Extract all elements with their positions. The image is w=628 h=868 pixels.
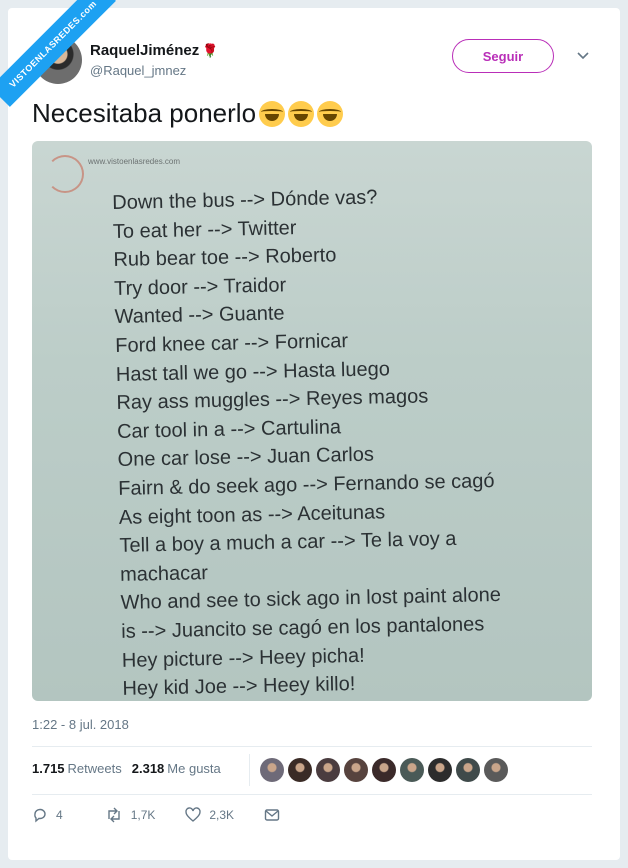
retweet-icon [107, 807, 120, 823]
author-name-row[interactable]: RaquelJiménez 🌹 [90, 42, 218, 59]
reply-icon [34, 808, 46, 823]
photo-header-text: www.vistoenlasredes.com [88, 157, 181, 166]
liker-avatar[interactable] [344, 758, 368, 782]
liker-avatar[interactable] [316, 758, 340, 782]
tweet-text: Necesitaba ponerlo [32, 98, 344, 129]
liker-avatar[interactable] [428, 758, 452, 782]
like-button[interactable]: 2,3K [185, 807, 234, 823]
tweet-stats: 1.715 Retweets 2.318 Me gusta [32, 761, 221, 776]
tweet-card: VISTOENLASREDES.com RaquelJiménez 🌹 @Raq… [0, 0, 620, 860]
chevron-down-icon[interactable] [576, 48, 590, 62]
direct-message-button[interactable] [264, 807, 288, 823]
action-bar: 4 1,7K 2,3K [32, 807, 318, 823]
tears-of-joy-emoji-icon [259, 100, 286, 127]
stats-divider [249, 754, 250, 786]
photo-logo-icon [46, 155, 84, 193]
divider [32, 746, 592, 747]
user-handle[interactable]: @Raquel_jmnez [90, 63, 186, 78]
reply-count: 4 [56, 808, 63, 822]
liker-avatar[interactable] [260, 758, 284, 782]
reply-button[interactable]: 4 [32, 807, 63, 823]
tears-of-joy-emoji-icon [288, 100, 315, 127]
follow-button[interactable]: Seguir [452, 39, 554, 73]
envelope-icon [264, 809, 280, 821]
tweet-timestamp[interactable]: 1:22 - 8 jul. 2018 [32, 717, 129, 732]
heart-icon [185, 807, 202, 822]
rose-icon: 🌹 [202, 42, 219, 58]
likes-stat[interactable]: 2.318 Me gusta [132, 761, 221, 776]
liker-avatar[interactable] [372, 758, 396, 782]
tweet-photo[interactable]: www.vistoenlasredes.com Down the bus -->… [32, 141, 592, 701]
liker-avatar[interactable] [484, 758, 508, 782]
retweets-stat[interactable]: 1.715 Retweets [32, 761, 122, 776]
display-name[interactable]: RaquelJiménez [90, 42, 199, 59]
photo-text-lines: Down the bus --> Dónde vas? To eat her --… [112, 179, 592, 701]
retweet-count: 1,7K [130, 808, 156, 822]
divider [32, 794, 592, 795]
tears-of-joy-emoji-icon [317, 100, 344, 127]
retweet-button[interactable]: 1,7K [105, 807, 156, 823]
liker-avatar[interactable] [400, 758, 424, 782]
tweet-body: Necesitaba ponerlo [32, 98, 257, 128]
liker-avatars [260, 758, 508, 782]
like-count: 2,3K [209, 808, 235, 822]
liker-avatar[interactable] [456, 758, 480, 782]
liker-avatar[interactable] [288, 758, 312, 782]
